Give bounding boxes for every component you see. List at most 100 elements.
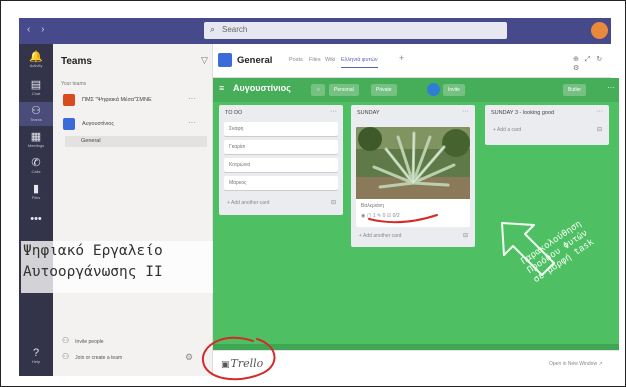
your-teams-label: Your teams: [61, 81, 87, 87]
invite-button[interactable]: Invite: [443, 84, 465, 96]
channel-label: General: [81, 138, 101, 144]
rail-label: Chat: [31, 91, 41, 96]
star-button[interactable]: ☆: [311, 84, 326, 96]
more-icon: •••: [30, 213, 42, 225]
rail-item-teams[interactable]: ⚇ Teams: [19, 102, 53, 126]
more-options-icon[interactable]: ···: [188, 118, 196, 127]
rail-label: Meetings: [27, 143, 45, 148]
open-new-window-link[interactable]: Open in New Window ↗: [549, 361, 603, 367]
chat-icon: ▤: [30, 79, 42, 91]
add-card-button[interactable]: + Add another card ⊟: [359, 233, 468, 239]
trello-board-icon: ▣: [221, 360, 230, 370]
card-template-icon[interactable]: ⊟: [463, 232, 468, 239]
card[interactable]: Γκαρίσι: [224, 140, 338, 154]
add-card-button[interactable]: + Add another card ⊟: [227, 200, 336, 206]
screenshot-frame: ‹ › ⌕ Search 🔔 Activity ▤ Chat ⚇ Teams ▦ Meetin…: [0, 0, 626, 387]
list-todo: TO DO ··· Σκάφη Γκαρίσι Κοτρώνια Μάρκος …: [219, 105, 343, 215]
search-input[interactable]: ⌕ Search: [204, 22, 507, 39]
header-tools-icon[interactable]: ⊕ ⤢ ↻ ⚙: [573, 55, 611, 72]
card-title: Βαλεριάνη: [361, 203, 385, 209]
list-menu-icon[interactable]: ···: [596, 108, 603, 115]
card[interactable]: Μάρκος: [224, 176, 338, 190]
team-item[interactable]: ΠΜΣ "Ψηφιακά Μέσα"ΣΜΝΕ ···: [63, 94, 205, 108]
teams-icon: ⚇: [31, 105, 41, 117]
channel-general[interactable]: General: [65, 136, 207, 147]
card-badges: ◉ ▢ 1 ✎ 0 ☑ 0/2: [361, 213, 400, 219]
teams-title: Teams: [61, 56, 92, 67]
team-item[interactable]: Αυγουστίνιος ···: [63, 118, 205, 132]
rail-item-activity[interactable]: 🔔 Activity: [19, 48, 53, 72]
caption-line: Αυτοοργάνωσης ΙΙ: [23, 264, 163, 280]
agave-plant-image: [356, 127, 470, 199]
more-options-icon[interactable]: ···: [188, 94, 196, 103]
more-icon[interactable]: ···: [607, 83, 615, 92]
list-title[interactable]: SUNDAY 3 - looking good: [491, 110, 554, 116]
trello-board: ≡ Αυγουστίνιος ☆ Personal Private Invite…: [213, 78, 619, 344]
avatar[interactable]: [591, 22, 608, 39]
board-header: ≡ Αυγουστίνιος ☆ Personal Private Invite…: [213, 78, 619, 102]
rail-label: Teams: [30, 117, 42, 122]
list-title[interactable]: SUNDAY: [357, 110, 380, 116]
rail-item-help[interactable]: ? Help: [19, 344, 53, 368]
list-title[interactable]: TO DO: [225, 110, 242, 116]
personal-button[interactable]: Personal: [329, 84, 359, 96]
rail-label: Activity: [29, 63, 43, 68]
plant-card[interactable]: Βαλεριάνη ◉ ▢ 1 ✎ 0 ☑ 0/2: [356, 199, 470, 227]
rail-label: Help: [31, 359, 41, 364]
trello-logo[interactable]: ▣Trello: [221, 357, 263, 370]
team-tile: [63, 94, 75, 106]
overlay-caption: Ψηφιακό Εργαλείο Αυτοοργάνωσης ΙΙ: [21, 241, 227, 293]
rail-label: Files: [31, 195, 41, 200]
rail-item-calls[interactable]: ✆ Calls: [19, 154, 53, 178]
bell-icon: 🔔: [29, 51, 43, 63]
team-tile: [63, 118, 75, 130]
channel-title: General: [237, 55, 273, 66]
calls-icon: ✆: [31, 157, 41, 169]
nav-arrows-icon[interactable]: ‹ ›: [27, 24, 48, 35]
plant-photo[interactable]: [356, 127, 470, 199]
search-placeholder: Search: [222, 25, 248, 34]
invite-icon: ⚇: [62, 336, 70, 345]
private-button[interactable]: Private: [371, 84, 397, 96]
rail-item-meetings[interactable]: ▦ Meetings: [19, 128, 53, 152]
list-menu-icon[interactable]: ···: [330, 108, 337, 115]
card[interactable]: Κοτρώνια: [224, 158, 338, 172]
board-menu-icon[interactable]: ≡: [219, 83, 224, 93]
filter-icon[interactable]: ▽: [201, 55, 208, 66]
search-icon: ⌕: [210, 24, 216, 34]
rail-item-chat[interactable]: ▤ Chat: [19, 76, 53, 100]
trello-footer: ▣Trello Open in New Window ↗: [213, 350, 619, 376]
channel-avatar: [218, 53, 232, 67]
list-menu-icon[interactable]: ···: [462, 108, 469, 115]
calendar-icon: ▦: [30, 131, 42, 143]
card-template-icon[interactable]: ⊟: [597, 126, 602, 133]
butler-button[interactable]: Butler: [563, 84, 587, 96]
gear-icon[interactable]: ⚙: [185, 352, 193, 363]
rail-label: Calls: [31, 169, 41, 174]
member-avatar[interactable]: [427, 83, 440, 96]
channel-header: General Posts Files Wiki Ελληνιά φυτών +…: [213, 44, 611, 78]
add-card-button[interactable]: + Add a card ⊟: [493, 127, 602, 133]
files-icon: ▮: [32, 183, 40, 195]
list-sunday: SUNDAY ··· Βαλεριάνη ◉ ▢ 1 ✎ 0 ☑ 0/2 + A…: [351, 105, 475, 247]
tab-posts[interactable]: Posts: [289, 57, 303, 63]
title-bar: ‹ › ⌕ Search: [19, 18, 611, 44]
caption-line: Ψηφιακό Εργαλείο: [23, 243, 163, 259]
board-name[interactable]: Αυγουστίνιος: [233, 83, 291, 93]
card-template-icon[interactable]: ⊟: [331, 199, 336, 206]
card[interactable]: Σκάφη: [224, 122, 338, 136]
add-tab-button[interactable]: +: [399, 53, 404, 63]
app-rail: 🔔 Activity ▤ Chat ⚇ Teams ▦ Meetings ✆ Calls ▮ File…: [19, 44, 53, 376]
rail-item-files[interactable]: ▮ Files: [19, 180, 53, 204]
help-icon: ?: [32, 347, 40, 359]
tab-wiki[interactable]: Wiki: [325, 57, 335, 63]
team-name: Αυγουστίνιος: [82, 121, 114, 127]
tab-trello[interactable]: Ελληνιά φυτών: [341, 57, 378, 68]
teams-panel: Teams ▽ Your teams ΠΜΣ "Ψηφιακά Μέσα"ΣΜΝ…: [53, 44, 213, 376]
join-team-link[interactable]: ⚇ Join or create a team: [62, 352, 122, 361]
rail-item-more[interactable]: •••: [19, 210, 53, 234]
invite-people-link[interactable]: ⚇ Invite people: [62, 336, 104, 345]
tab-files[interactable]: Files: [309, 57, 321, 63]
team-name: ΠΜΣ "Ψηφιακά Μέσα"ΣΜΝΕ: [82, 97, 152, 103]
list-sunday-3: SUNDAY 3 - looking good ··· + Add a card…: [485, 105, 609, 145]
